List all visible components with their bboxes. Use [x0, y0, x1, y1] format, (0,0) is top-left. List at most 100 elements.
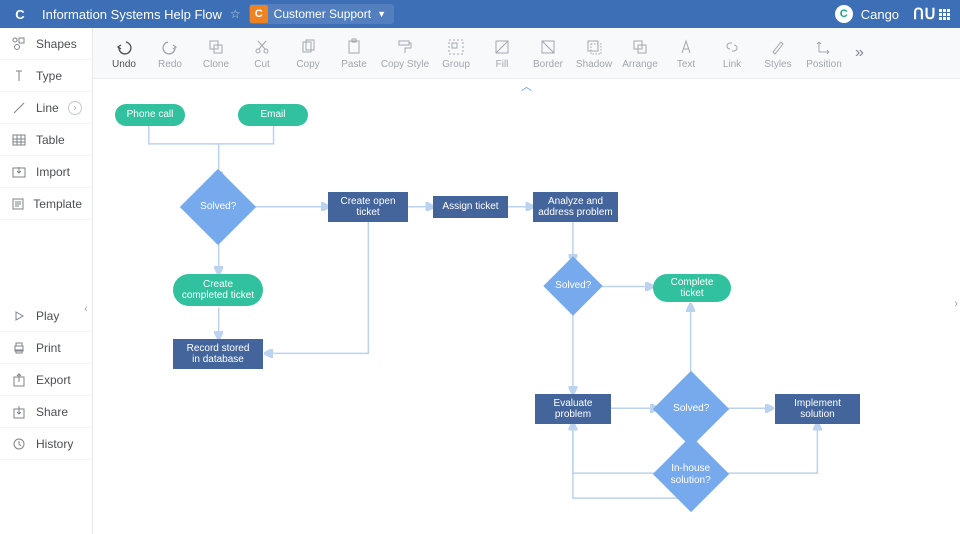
fill-button[interactable]: Fill: [479, 30, 525, 76]
node-label: Record stored in database: [187, 343, 250, 366]
sidebar-item-import[interactable]: Import: [0, 156, 92, 188]
toolbar-more[interactable]: »: [855, 44, 864, 62]
undo-icon: [114, 37, 134, 57]
sidebar-item-shapes[interactable]: Shapes: [0, 28, 92, 60]
workspace-badge: C: [250, 5, 268, 23]
sidebar-item-table[interactable]: Table: [0, 124, 92, 156]
template-icon: [10, 197, 25, 211]
node-create-open-ticket[interactable]: Create open ticket: [328, 192, 408, 222]
toolbar-label: Redo: [158, 59, 182, 70]
sidebar-item-label: Share: [36, 405, 68, 419]
history-icon: [10, 437, 28, 451]
arrange-button[interactable]: Arrange: [617, 30, 663, 76]
sidebar-item-label: Play: [36, 309, 59, 323]
right-panel-expand[interactable]: ›: [954, 298, 958, 310]
link-button[interactable]: Link: [709, 30, 755, 76]
node-complete-ticket[interactable]: Complete ticket: [653, 274, 731, 302]
sidebar-item-line[interactable]: Line ›: [0, 92, 92, 124]
canvas[interactable]: Phone call Email Solved? Create complete…: [93, 78, 960, 534]
node-label: Create open ticket: [340, 196, 395, 219]
user-avatar[interactable]: C: [835, 5, 853, 23]
node-phone-call[interactable]: Phone call: [115, 104, 185, 126]
node-label: Assign ticket: [442, 201, 498, 213]
position-button[interactable]: Position: [801, 30, 847, 76]
sidebar-item-label: Print: [36, 341, 61, 355]
sidebar-item-label: Import: [36, 165, 70, 179]
star-icon[interactable]: ☆: [230, 7, 241, 21]
toolbar-label: Cut: [254, 59, 270, 70]
text-icon: [676, 37, 696, 57]
border-button[interactable]: Border: [525, 30, 571, 76]
redo-icon: [160, 37, 180, 57]
sidebar-item-label: Line: [36, 101, 59, 115]
toolbar: Undo Redo Clone Cut Copy Paste Copy Styl…: [93, 28, 960, 78]
sidebar-collapse[interactable]: ‹: [79, 298, 93, 320]
link-icon: [722, 37, 742, 57]
node-assign-ticket[interactable]: Assign ticket: [433, 196, 508, 218]
border-icon: [538, 37, 558, 57]
paste-button[interactable]: Paste: [331, 30, 377, 76]
node-email[interactable]: Email: [238, 104, 308, 126]
fill-icon: [492, 37, 512, 57]
shadow-button[interactable]: Shadow: [571, 30, 617, 76]
copy-button[interactable]: Copy: [285, 30, 331, 76]
flow-connectors: [93, 79, 960, 534]
print-icon: [10, 341, 28, 355]
copy-style-button[interactable]: Copy Style: [377, 30, 433, 76]
toolbar-label: Shadow: [576, 59, 612, 70]
shadow-icon: [584, 37, 604, 57]
node-label: Analyze and address problem: [538, 196, 612, 219]
node-create-completed-ticket[interactable]: Create completed ticket: [173, 274, 263, 306]
sidebar-item-label: History: [36, 437, 73, 451]
node-label: Complete ticket: [671, 277, 714, 300]
play-icon: [10, 309, 28, 323]
group-button[interactable]: Group: [433, 30, 479, 76]
node-evaluate[interactable]: Evaluate problem: [535, 394, 611, 424]
sidebar-item-share[interactable]: Share: [0, 396, 92, 428]
cut-icon: [252, 37, 272, 57]
node-inhouse[interactable]: In-house solution?: [653, 436, 729, 512]
toolbar-label: Border: [533, 59, 563, 70]
position-icon: [814, 37, 834, 57]
undo-button[interactable]: Undo: [101, 30, 147, 76]
node-record-stored[interactable]: Record stored in database: [173, 339, 263, 369]
toolbar-label: Arrange: [622, 59, 658, 70]
clone-icon: [206, 37, 226, 57]
sidebar-item-label: Type: [36, 69, 62, 83]
canvas-collapse-top[interactable]: ︿: [521, 78, 532, 94]
sidebar-item-export[interactable]: Export: [0, 364, 92, 396]
workspace-dropdown[interactable]: C Customer Support ▼: [249, 4, 394, 24]
node-label: Solved?: [555, 280, 591, 292]
text-button[interactable]: Text: [663, 30, 709, 76]
toolbar-label: Undo: [112, 59, 136, 70]
app-header: C Information Systems Help Flow ☆ C Cust…: [0, 0, 960, 28]
node-implement[interactable]: Implement solution: [775, 394, 860, 424]
styles-button[interactable]: Styles: [755, 30, 801, 76]
cut-button[interactable]: Cut: [239, 30, 285, 76]
node-analyze[interactable]: Analyze and address problem: [533, 192, 618, 222]
node-solved-2[interactable]: Solved?: [543, 256, 602, 315]
node-label: In-house solution?: [671, 463, 711, 486]
chevron-right-icon: ›: [68, 101, 82, 115]
sidebar-item-template[interactable]: Template: [0, 188, 92, 220]
sidebar-item-label: Shapes: [36, 37, 77, 51]
document-title: Information Systems Help Flow: [42, 7, 222, 22]
shapes-icon: [10, 36, 28, 52]
redo-button[interactable]: Redo: [147, 30, 193, 76]
roller-icon: [395, 37, 415, 57]
toolbar-label: Position: [806, 59, 842, 70]
node-solved-1[interactable]: Solved?: [180, 169, 256, 245]
group-icon: [446, 37, 466, 57]
toolbar-label: Copy Style: [381, 59, 429, 70]
styles-icon: [768, 37, 788, 57]
arrange-icon: [630, 37, 650, 57]
app-logo[interactable]: C: [10, 4, 30, 24]
brand-logo[interactable]: ՈՍ: [913, 5, 950, 23]
clone-button[interactable]: Clone: [193, 30, 239, 76]
sidebar-item-history[interactable]: History: [0, 428, 92, 460]
sidebar-item-print[interactable]: Print: [0, 332, 92, 364]
sidebar-item-type[interactable]: Type: [0, 60, 92, 92]
sidebar-item-label: Template: [33, 197, 82, 211]
node-label: Implement solution: [794, 398, 841, 421]
node-label: Solved?: [200, 201, 236, 213]
